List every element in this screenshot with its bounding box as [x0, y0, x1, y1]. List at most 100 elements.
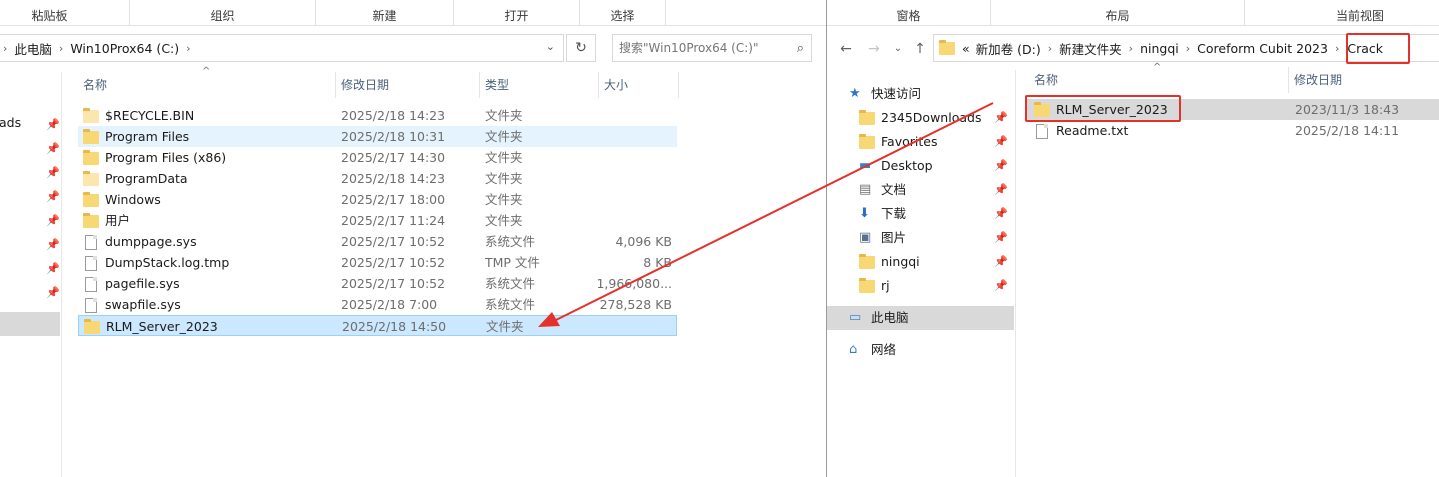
breadcrumb-chevron-icon: › — [1047, 41, 1053, 55]
ribbon-group-open[interactable]: 打开 — [454, 0, 580, 26]
nav-item[interactable]: Favorites 📌 — [827, 130, 1014, 154]
nav-item[interactable]: ningqi 📌 — [827, 250, 1014, 274]
file-type: 文件夹 — [485, 171, 523, 186]
file-icon — [1036, 124, 1048, 139]
highlight-box-crack — [1346, 33, 1410, 64]
column-header-name[interactable]: 名称 — [1029, 67, 1289, 93]
file-row[interactable]: swapfile.sys 2025/2/18 7:00 系统文件 278,528 KB — [78, 294, 677, 315]
ribbon-group-select[interactable]: 选择 — [580, 0, 666, 26]
file-type: TMP 文件 — [485, 255, 540, 270]
nav-item[interactable]: ★ 快速访问 — [827, 82, 1014, 106]
file-type: 系统文件 — [485, 234, 536, 249]
file-date: 2025/2/17 18:00 — [341, 192, 446, 207]
file-row[interactable]: Readme.txt 2025/2/18 14:11 — [1026, 120, 1439, 141]
refresh-icon[interactable]: ↻ — [566, 34, 596, 62]
pin-icon: 📌 — [994, 159, 1008, 172]
breadcrumb-chevron-icon: › — [1128, 41, 1134, 55]
file-icon — [85, 256, 97, 271]
address-row: › 此电脑 › Win10Prox64 (C:) › ⌄ ↻ ⌕ — [0, 28, 826, 70]
file-type: 系统文件 — [485, 276, 536, 291]
pin-icon: 📌 — [46, 118, 60, 131]
search-input[interactable] — [619, 41, 797, 55]
breadcrumb-chevron-icon: › — [1334, 41, 1340, 55]
file-date: 2025/2/17 14:30 — [341, 150, 446, 165]
pin-icon: 📌 — [994, 183, 1008, 196]
file-date: 2025/2/17 10:52 — [341, 276, 446, 291]
nav-item[interactable]: ▭ 此电脑 — [827, 306, 1014, 330]
breadcrumb-new-folder[interactable]: 新建文件夹 — [1056, 39, 1125, 58]
ribbon-group-organize[interactable]: 组织 — [130, 0, 316, 26]
file-name-text: Program Files (x86) — [105, 150, 227, 165]
ribbon-group-clipboard[interactable]: 粘贴板 — [0, 0, 130, 26]
breadcrumb-drive-d[interactable]: 新加卷 (D:) — [973, 39, 1044, 58]
file-type: 文件夹 — [485, 150, 523, 165]
column-header-name[interactable]: 名称 — [78, 72, 336, 98]
column-headers: ^ 名称 修改日期 — [1029, 62, 1439, 93]
file-type: 文件夹 — [485, 108, 523, 123]
column-header-date[interactable]: 修改日期 — [1289, 67, 1439, 93]
file-row[interactable]: dumppage.sys 2025/2/17 10:52 系统文件 4,096 KB — [78, 231, 677, 252]
nav-item[interactable]: 2345Downloads 📌 — [827, 106, 1014, 130]
folder-icon — [939, 39, 955, 55]
column-header-size[interactable]: 大小 — [599, 72, 679, 98]
forward-arrow-icon[interactable]: → — [863, 38, 885, 60]
pin-icon: 📌 — [46, 286, 60, 299]
file-name-text: Readme.txt — [1056, 123, 1129, 138]
nav-item[interactable]: ⬇ 下载 📌 — [827, 202, 1014, 226]
file-row[interactable]: pagefile.sys 2025/2/17 10:52 系统文件 1,966,080… — [78, 273, 677, 294]
ribbon-group-new[interactable]: 新建 — [316, 0, 454, 26]
nav-item[interactable]: ⌂ 网络 — [827, 338, 1014, 362]
file-type: 文件夹 — [485, 192, 523, 207]
breadcrumb-ningqi[interactable]: ningqi — [1137, 41, 1182, 56]
download-icon: ⬇ — [859, 206, 870, 221]
nav-item[interactable]: ▬ Desktop 📌 — [827, 154, 1014, 178]
document-icon: ▤ — [859, 182, 872, 197]
address-bar[interactable]: › 此电脑 › Win10Prox64 (C:) › ⌄ — [0, 34, 564, 62]
breadcrumb-drive-c[interactable]: Win10Prox64 (C:) — [67, 41, 182, 56]
recent-dropdown-icon[interactable]: ⌄ — [887, 38, 909, 60]
file-row[interactable]: RLM_Server_2023 2025/2/18 14:50 文件夹 — [78, 315, 677, 336]
column-header-type[interactable]: 类型 — [480, 72, 599, 98]
ribbon-group-current-view[interactable]: 当前视图 — [1245, 0, 1439, 26]
pin-icon: 📌 — [46, 190, 60, 203]
search-box[interactable]: ⌕ — [612, 34, 812, 62]
file-name-text: dumppage.sys — [105, 234, 197, 249]
folder-icon — [859, 134, 875, 149]
nav-item[interactable]: ▣ 图片 📌 — [827, 226, 1014, 250]
pin-icon: 📌 — [994, 111, 1008, 124]
file-row[interactable]: ProgramData 2025/2/18 14:23 文件夹 — [78, 168, 677, 189]
file-type: 文件夹 — [485, 129, 523, 144]
up-arrow-icon[interactable]: ↑ — [909, 38, 931, 60]
nav-item[interactable]: rj 📌 — [827, 274, 1014, 298]
nav-item-downloads-partial[interactable]: ads — [0, 115, 21, 130]
highlight-box-rlm-folder — [1025, 95, 1181, 122]
breadcrumb-this-pc[interactable]: 此电脑 — [11, 39, 55, 58]
picture-icon: ▣ — [859, 230, 872, 245]
back-arrow-icon[interactable]: ← — [835, 38, 857, 60]
file-row[interactable]: Program Files 2025/2/18 10:31 文件夹 — [78, 126, 677, 147]
column-header-date[interactable]: 修改日期 — [336, 72, 480, 98]
pin-icon: 📌 — [46, 166, 60, 179]
breadcrumb-coreform-cubit[interactable]: Coreform Cubit 2023 — [1194, 41, 1331, 56]
file-size: 1,966,080... — [596, 276, 672, 291]
search-icon[interactable]: ⌕ — [797, 41, 804, 56]
file-row[interactable]: 用户 2025/2/17 11:24 文件夹 — [78, 210, 677, 231]
nav-item-this-pc-selected[interactable] — [0, 312, 60, 336]
file-row[interactable]: DumpStack.log.tmp 2025/2/17 10:52 TMP 文件 8 … — [78, 252, 677, 273]
file-row[interactable]: Windows 2025/2/17 18:00 文件夹 — [78, 189, 677, 210]
pin-icon: 📌 — [46, 214, 60, 227]
file-row[interactable]: Program Files (x86) 2025/2/17 14:30 文件夹 — [78, 147, 677, 168]
file-icon — [85, 235, 97, 250]
breadcrumb-chevron-icon: › — [1185, 41, 1191, 55]
breadcrumb-overflow[interactable]: « — [959, 41, 973, 56]
file-date: 2023/11/3 18:43 — [1295, 102, 1400, 117]
file-row[interactable]: $RECYCLE.BIN 2025/2/18 14:23 文件夹 — [78, 105, 677, 126]
ribbon-group-panes[interactable]: 窗格 — [827, 0, 991, 26]
folder-icon — [83, 150, 99, 165]
desktop-icon: ▬ — [859, 158, 872, 173]
network-icon: ⌂ — [849, 342, 858, 357]
nav-item-label: 网络 — [871, 342, 897, 357]
ribbon-group-layout[interactable]: 布局 — [991, 0, 1245, 26]
nav-item[interactable]: ▤ 文档 📌 — [827, 178, 1014, 202]
address-dropdown-icon[interactable]: ⌄ — [546, 40, 555, 53]
